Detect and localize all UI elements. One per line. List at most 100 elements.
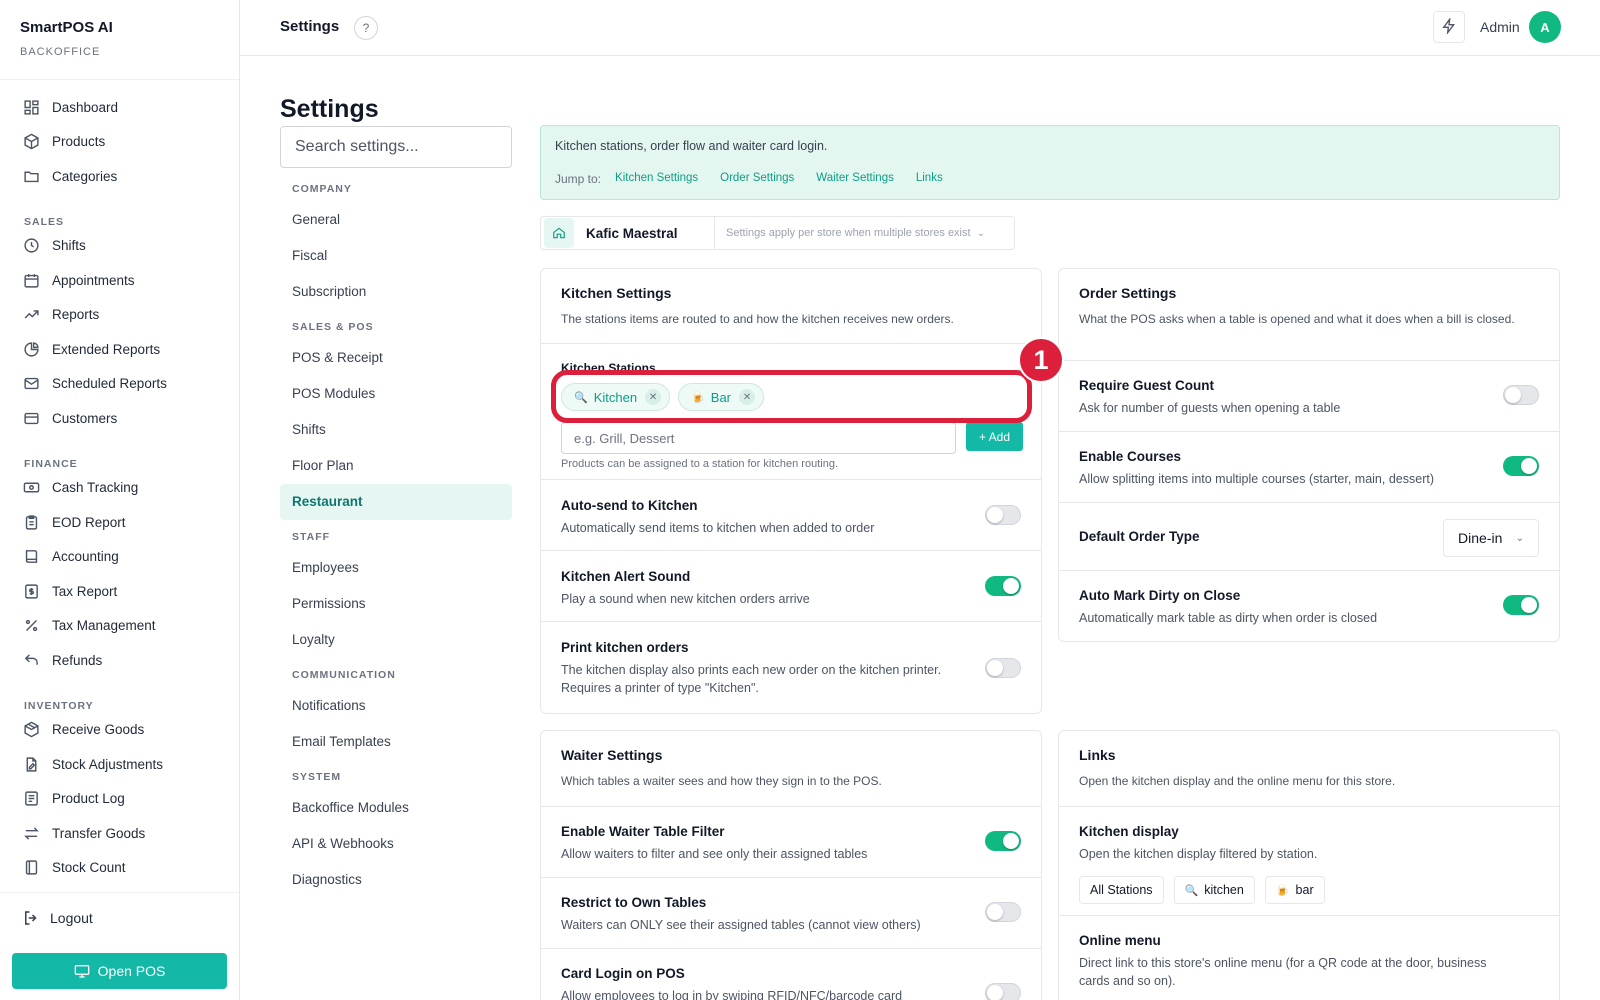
- chevron-down-icon: ⌄: [1515, 532, 1524, 544]
- station-chip-kitchen[interactable]: 🔍 Kitchen ✕: [561, 383, 671, 411]
- jump-link-kitchen-settings[interactable]: Kitchen Settings: [615, 172, 698, 186]
- settings-nav-fiscal[interactable]: Fiscal: [280, 238, 512, 274]
- store-note: Settings apply per store when multiple s…: [726, 227, 971, 239]
- sidebar-item-refunds[interactable]: Refunds: [0, 643, 239, 678]
- remove-icon[interactable]: ✕: [739, 389, 756, 405]
- toggle-knob: [1505, 387, 1521, 403]
- settings-nav-backoffice-modules[interactable]: Backoffice Modules: [280, 790, 512, 826]
- jump-link-waiter-settings[interactable]: Waiter Settings: [816, 172, 894, 186]
- card-login-toggle[interactable]: [985, 983, 1021, 1000]
- pill-label: bar: [1295, 883, 1314, 897]
- default-order-type-select[interactable]: Dine-in ⌄: [1443, 519, 1539, 557]
- guest-count-toggle[interactable]: [1503, 385, 1539, 405]
- sidebar-item-reports[interactable]: Reports: [0, 298, 239, 333]
- user-name[interactable]: Admin: [1480, 19, 1520, 35]
- kitchen-stations-label: Kitchen Stations: [561, 362, 656, 371]
- sidebar-item-label: Dashboard: [52, 99, 119, 115]
- info-banner: Kitchen stations, order flow and waiter …: [540, 125, 1560, 200]
- sidebar-footer: Logout Open POS: [0, 892, 239, 1000]
- card-header: Waiter Settings Which tables a waiter se…: [541, 731, 1041, 807]
- print-kitchen-orders-toggle[interactable]: [985, 658, 1021, 678]
- jump-links: Jump to: Kitchen Settings Order Settings…: [555, 172, 943, 186]
- setting-desc: Ask for number of guests when opening a …: [1079, 401, 1341, 415]
- sidebar-item-extended-reports[interactable]: Extended Reports: [0, 332, 239, 367]
- settings-nav-diagnostics[interactable]: Diagnostics: [280, 862, 512, 898]
- station-chip-bar[interactable]: 🍺 Bar ✕: [678, 383, 765, 411]
- kd-all-stations-button[interactable]: All Stations: [1079, 876, 1164, 904]
- kitchen-settings-desc: The stations items are routed to and how…: [561, 312, 954, 326]
- auto-send-toggle[interactable]: [985, 505, 1021, 525]
- settings-nav-shifts[interactable]: Shifts: [280, 412, 512, 448]
- sidebar-item-receive-goods[interactable]: Receive Goods: [0, 713, 239, 748]
- sidebar-item-tax-management[interactable]: Tax Management: [0, 609, 239, 644]
- jump-link-order-settings[interactable]: Order Settings: [720, 172, 794, 186]
- brand: SmartPOS AI BACKOFFICE: [0, 0, 239, 80]
- online-menu-desc: Direct link to this store's online menu …: [1079, 956, 1487, 988]
- brand-name: SmartPOS AI: [20, 19, 113, 36]
- logout-icon: [22, 909, 40, 927]
- sidebar-item-eod-report[interactable]: EOD Report: [0, 505, 239, 540]
- setting-desc: Waiters can ONLY see their assigned tabl…: [561, 918, 921, 932]
- links-title: Links: [1079, 747, 1116, 763]
- settings-nav-restaurant[interactable]: Restaurant: [280, 484, 512, 520]
- settings-nav-pos-receipt[interactable]: POS & Receipt: [280, 340, 512, 376]
- settings-nav-notifications[interactable]: Notifications: [280, 688, 512, 724]
- sidebar-item-stock-count[interactable]: Stock Count: [0, 851, 239, 886]
- logout-link[interactable]: Logout: [0, 893, 239, 927]
- new-station-input[interactable]: [561, 422, 956, 454]
- sidebar-item-appointments[interactable]: Appointments: [0, 263, 239, 298]
- magnifier-icon: 🔍: [1184, 884, 1199, 897]
- settings-nav-floor-plan[interactable]: Floor Plan: [280, 448, 512, 484]
- setting-title: Enable Courses: [1079, 449, 1182, 464]
- sidebar-item-cash-tracking[interactable]: Cash Tracking: [0, 471, 239, 506]
- monitor-icon: [74, 963, 90, 979]
- settings-nav-general[interactable]: General: [280, 202, 512, 238]
- kd-bar-button[interactable]: 🍺 bar: [1264, 876, 1325, 904]
- kd-kitchen-button[interactable]: 🔍 kitchen: [1173, 876, 1255, 904]
- settings-nav-loyalty[interactable]: Loyalty: [280, 622, 512, 658]
- sidebar-item-accounting[interactable]: Accounting: [0, 540, 239, 575]
- setting-desc: Allow splitting items into multiple cour…: [1079, 472, 1434, 486]
- remove-icon[interactable]: ✕: [645, 389, 662, 405]
- jump-link-links[interactable]: Links: [916, 172, 943, 186]
- settings-nav-email-templates[interactable]: Email Templates: [280, 724, 512, 760]
- sidebar-item-tax-report[interactable]: Tax Report: [0, 574, 239, 609]
- sidebar-item-dashboard[interactable]: Dashboard: [0, 90, 239, 125]
- home-icon: [544, 218, 574, 248]
- box-icon: [22, 133, 40, 151]
- waiter-table-filter-toggle[interactable]: [985, 831, 1021, 851]
- setting-row-guest-count: Require Guest Count Ask for number of gu…: [1059, 361, 1559, 432]
- trend-icon: [22, 306, 40, 324]
- sidebar-item-stock-adjustments[interactable]: Stock Adjustments: [0, 747, 239, 782]
- settings-nav-subscription[interactable]: Subscription: [280, 274, 512, 310]
- settings-nav-pos-modules[interactable]: POS Modules: [280, 376, 512, 412]
- auto-mark-dirty-toggle[interactable]: [1503, 595, 1539, 615]
- sidebar-item-categories[interactable]: Categories: [0, 159, 239, 194]
- sidebar-item-transfer-goods[interactable]: Transfer Goods: [0, 816, 239, 851]
- alert-sound-toggle[interactable]: [985, 576, 1021, 596]
- sidebar-section-inventory: INVENTORY: [24, 699, 94, 712]
- sidebar-item-product-log[interactable]: Product Log: [0, 782, 239, 817]
- avatar[interactable]: A: [1529, 11, 1561, 43]
- quick-actions-button[interactable]: [1433, 11, 1465, 43]
- help-icon[interactable]: ?: [354, 16, 378, 40]
- sidebar-item-customers[interactable]: Customers: [0, 401, 239, 436]
- sidebar-item-shifts[interactable]: Shifts: [0, 229, 239, 264]
- settings-nav-permissions[interactable]: Permissions: [280, 586, 512, 622]
- card-icon: [22, 409, 40, 427]
- dashboard-icon: [22, 98, 40, 116]
- settings-search-input[interactable]: [280, 126, 512, 168]
- sidebar-item-products[interactable]: Products: [0, 125, 239, 160]
- add-station-button[interactable]: + Add: [966, 422, 1023, 451]
- sidebar-item-label: Products: [52, 134, 106, 150]
- restrict-own-tables-toggle[interactable]: [985, 902, 1021, 922]
- store-selector[interactable]: Kafic Maestral Settings apply per store …: [540, 216, 1015, 250]
- settings-nav-employees[interactable]: Employees: [280, 550, 512, 586]
- sidebar-item-scheduled-reports[interactable]: Scheduled Reports: [0, 367, 239, 402]
- setting-desc: The kitchen display also prints each new…: [561, 663, 942, 695]
- enable-courses-toggle[interactable]: [1503, 456, 1539, 476]
- open-pos-button[interactable]: Open POS: [12, 953, 227, 989]
- setting-row-auto-send: Auto-send to Kitchen Automatically send …: [541, 480, 1041, 551]
- mail-icon: [22, 375, 40, 393]
- settings-nav-api-webhooks[interactable]: API & Webhooks: [280, 826, 512, 862]
